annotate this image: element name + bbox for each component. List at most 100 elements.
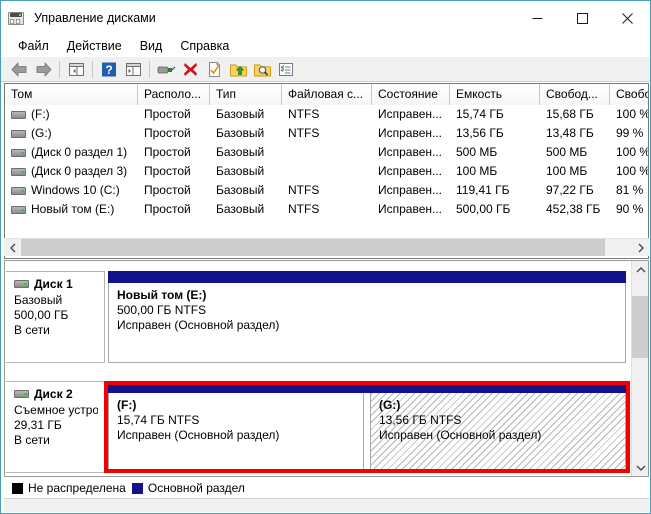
cell-status: Исправен... xyxy=(378,202,443,216)
legend-label-primary-partition: Основной раздел xyxy=(147,481,245,495)
chevron-right-icon[interactable] xyxy=(632,239,649,256)
partition-title: (G:) xyxy=(379,398,401,412)
disk-label-panel[interactable]: Диск 2 Съемное устрой 29,31 ГБ В сети xyxy=(6,381,105,473)
menu-item-view[interactable]: Вид xyxy=(131,37,172,55)
status-bar xyxy=(4,498,649,512)
search-folder-icon[interactable] xyxy=(250,58,274,81)
cell-percent_free: 81 % xyxy=(616,183,644,197)
disk-size: 29,31 ГБ xyxy=(14,418,62,432)
volume-list-header: Том Располо... Тип Файловая с... Состояние Ем… xyxy=(5,84,648,105)
column-header-2[interactable]: Тип xyxy=(210,84,282,105)
table-row[interactable]: (G:) Простой Базовый NTFS Исправен... 13,56 Г… xyxy=(5,124,648,143)
partition-title: Новый том (E:) xyxy=(117,288,207,302)
close-button[interactable] xyxy=(605,3,650,33)
partition-box[interactable]: (G:) 13,56 ГБ NTFS Исправен (Основной разд… xyxy=(370,393,626,473)
disk-type: Съемное устрой xyxy=(14,403,98,417)
vscrollbar-thumb[interactable] xyxy=(632,296,648,358)
cell-free: 100 МБ xyxy=(546,164,588,178)
disk-row[interactable]: Диск 1 Базовый 500,00 ГБ В сети Новый том (E… xyxy=(5,271,648,369)
disk-state: В сети xyxy=(14,323,50,337)
cell-layout: Простой xyxy=(144,107,191,121)
show-console-tree-icon[interactable] xyxy=(64,58,88,81)
export-list-icon[interactable] xyxy=(226,58,250,81)
connect-icon[interactable] xyxy=(154,58,178,81)
hscrollbar-thumb[interactable] xyxy=(21,239,605,256)
table-row[interactable]: (F:) Простой Базовый NTFS Исправен... 15,74 Г… xyxy=(5,105,648,124)
partition-status: Исправен (Основной раздел) xyxy=(117,428,280,442)
chevron-down-icon[interactable] xyxy=(632,459,648,476)
disk-type: Базовый xyxy=(14,293,63,307)
cell-layout: Простой xyxy=(144,202,191,216)
partition-body: (F:) 15,74 ГБ NTFS Исправен (Основной разд… xyxy=(109,393,363,472)
partition-size-fs: 13,56 ГБ NTFS xyxy=(379,413,462,427)
hscrollbar-track[interactable] xyxy=(21,239,632,256)
disk-label-panel[interactable]: Диск 1 Базовый 500,00 ГБ В сети xyxy=(6,271,105,363)
column-header-4[interactable]: Состояние xyxy=(372,84,450,105)
disk-state: В сети xyxy=(14,433,50,447)
menu-item-action[interactable]: Действие xyxy=(58,37,131,55)
partition-box[interactable]: (F:) 15,74 ГБ NTFS Исправен (Основной разд… xyxy=(108,393,364,473)
chevron-up-icon[interactable] xyxy=(632,261,648,278)
cell-type: Базовый xyxy=(216,107,265,121)
disk-management-window: Управление дисками Файл Действие Вид Спр… xyxy=(0,0,651,514)
table-row[interactable]: (Диск 0 раздел 3) Простой Базовый Исправен.… xyxy=(5,162,648,181)
maximize-button[interactable] xyxy=(560,3,605,33)
column-header-0[interactable]: Том xyxy=(5,84,138,105)
menu-item-file[interactable]: Файл xyxy=(9,37,58,55)
partition-status: Исправен (Основной раздел) xyxy=(117,318,280,332)
back-icon[interactable] xyxy=(7,58,31,81)
volume-icon xyxy=(11,110,26,119)
cell-text: (F:) xyxy=(31,107,50,121)
cell-status: Исправен... xyxy=(378,145,443,159)
partition-status: Исправен (Основной раздел) xyxy=(379,428,542,442)
partition-box[interactable]: Новый том (E:) 500,00 ГБ NTFS Исправен (Ос… xyxy=(108,283,626,363)
cell-filesystem: NTFS xyxy=(288,126,320,140)
cell-text: Windows 10 (C:) xyxy=(31,183,120,197)
column-header-5[interactable]: Емкость xyxy=(450,84,540,105)
disk-icon xyxy=(14,280,29,288)
chevron-left-icon[interactable] xyxy=(4,239,21,256)
cell-text: (G:) xyxy=(31,126,52,140)
table-row[interactable]: (Диск 0 раздел 1) Простой Базовый Исправен.… xyxy=(5,143,648,162)
volume-list-hscrollbar[interactable] xyxy=(4,238,649,256)
show-action-pane-icon[interactable] xyxy=(121,58,145,81)
minimize-button[interactable] xyxy=(515,3,560,33)
disk-size: 500,00 ГБ xyxy=(14,308,69,322)
legend-item-primary-partition: Основной раздел xyxy=(131,481,245,495)
column-header-7[interactable]: Свободн xyxy=(610,84,648,105)
column-header-1[interactable]: Располо... xyxy=(138,84,210,105)
cell-capacity: 500 МБ xyxy=(456,145,498,159)
title-bar: Управление дисками xyxy=(1,1,650,35)
show-details-icon[interactable] xyxy=(274,58,298,81)
legend: Не распределена Основной раздел xyxy=(4,479,649,497)
cell-volume: (G:) xyxy=(5,124,138,143)
cell-type: Базовый xyxy=(216,183,265,197)
help-icon[interactable]: ? xyxy=(97,58,121,81)
toolbar-separator-1 xyxy=(59,60,60,78)
table-row[interactable]: Windows 10 (C:) Простой Базовый NTFS Исправе… xyxy=(5,181,648,200)
cell-status: Исправен... xyxy=(378,183,443,197)
legend-swatch-unallocated xyxy=(12,482,23,494)
column-header-3[interactable]: Файловая с... xyxy=(282,84,372,105)
column-header-6[interactable]: Свобод... xyxy=(540,84,610,105)
forward-icon[interactable] xyxy=(31,58,55,81)
properties-doc-icon[interactable] xyxy=(202,58,226,81)
cell-free: 452,38 ГБ xyxy=(546,202,601,216)
delete-icon[interactable] xyxy=(178,58,202,81)
cell-layout: Простой xyxy=(144,164,191,178)
partition-title: (F:) xyxy=(117,398,137,412)
cell-text: Новый том (E:) xyxy=(31,202,115,216)
disk-title: Диск 1 xyxy=(14,277,98,291)
table-row[interactable]: Новый том (E:) Простой Базовый NTFS Исправен… xyxy=(5,200,648,219)
partition-size-fs: 15,74 ГБ NTFS xyxy=(117,413,200,427)
menu-item-help[interactable]: Справка xyxy=(171,37,238,55)
disk-row[interactable]: Диск 2 Съемное устрой 29,31 ГБ В сети (F:) 15… xyxy=(5,381,648,476)
cell-text: (Диск 0 раздел 1) xyxy=(31,145,128,159)
cell-filesystem: NTFS xyxy=(288,183,320,197)
disk-graphic-pane: Диск 1 Базовый 500,00 ГБ В сети Новый том (E… xyxy=(4,260,649,477)
disk-pane-vscrollbar[interactable] xyxy=(631,261,648,476)
cell-free: 13,48 ГБ xyxy=(546,126,594,140)
disk-title: Диск 2 xyxy=(14,387,98,401)
disk-capacity-bar xyxy=(108,381,626,393)
disk-icon xyxy=(14,390,29,398)
